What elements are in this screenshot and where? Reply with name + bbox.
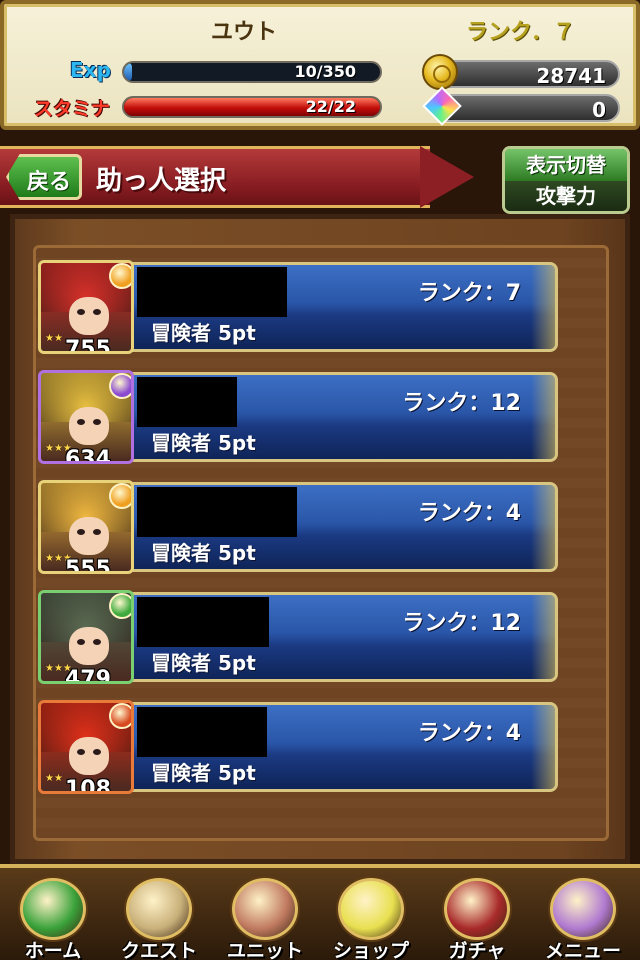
map-icon [126,878,192,940]
portrait-eye [77,639,85,645]
portrait-face [69,297,109,335]
nav-label: ホーム [24,940,82,960]
redacted-name [137,707,267,757]
stamina-bar: 22/22 [122,96,382,118]
portrait-eye [93,419,101,425]
stamina-value: 22/22 [305,97,356,116]
fire-element-icon [109,263,131,289]
page-title: 助っ人選択 [96,166,227,196]
helper-power: 108 [65,777,111,794]
helper-portrait: ★★ 755 [38,260,134,354]
dark-element-icon [109,373,131,399]
coin-icon [422,54,458,90]
display-toggle-button[interactable]: 表示切替 攻撃力 [502,146,630,214]
helper-power: 479 [65,667,111,684]
status-header: ユウト ランク．７ Exp 10/350 スタミナ 22/22 28741 0 [0,0,640,130]
helper-portrait: ★★★ 634 [38,370,134,464]
helper-rank: ランク：7 [417,281,521,306]
helper-info-panel: ランク：4 冒険者 5pt [124,482,558,572]
helper-rank: ランク：4 [417,501,521,526]
portrait-eye [77,529,85,535]
player-rank: ランク．７ [466,20,575,45]
gem-value: 0 [592,98,606,122]
helper-power: 555 [65,557,111,574]
player-name: ユウト [210,20,277,45]
exp-bar-fill [124,63,132,81]
portrait-eye [93,529,101,535]
nav-quest[interactable]: クエスト [106,872,212,960]
helper-power: 755 [65,337,111,354]
flag-icon [20,878,86,940]
nav-unit[interactable]: ユニット [212,872,318,960]
portrait-face [69,737,109,775]
fire-element-icon [109,703,131,729]
helper-info-panel: ランク：4 冒険者 5pt [124,702,558,792]
nav-home[interactable]: ホーム [0,872,106,960]
redacted-name [137,377,237,427]
stamina-label: スタミナ [34,98,111,120]
book-icon [444,878,510,940]
nav-gacha[interactable]: ガチャ [424,872,530,960]
helper-portrait: ★★★ 479 [38,590,134,684]
helper-role: 冒険者 5pt [151,431,256,455]
helper-role: 冒険者 5pt [151,761,256,785]
helper-role: 冒険者 5pt [151,321,256,345]
back-button[interactable]: 戻る [6,154,82,200]
gem-counter: 0 [434,94,620,122]
portrait-eye [77,419,85,425]
rarity-stars-icon: ★★ [45,773,63,784]
helper-info-panel: ランク：12 冒険者 5pt [124,592,558,682]
portrait-eye [93,749,101,755]
redacted-name [137,267,287,317]
back-button-label: 戻る [27,170,72,195]
redacted-name [137,597,269,647]
redacted-name [137,487,297,537]
nav-label: ユニット [226,940,303,960]
helper-row[interactable]: ランク：12 冒険者 5pt ★★★ 634 [38,370,560,466]
helper-role: 冒険者 5pt [151,541,256,565]
bottom-nav: ホーム クエスト ユニット ショップ ガチャ メニュー [0,864,640,960]
portrait-eye [93,309,101,315]
portrait-eye [93,639,101,645]
staff-icon [232,878,298,940]
portrait-eye [77,749,85,755]
helper-info-panel: ランク：12 冒険者 5pt [124,372,558,462]
helper-rank: ランク：12 [402,391,521,416]
exp-label: Exp [70,58,111,82]
nav-label: ガチャ [448,940,506,960]
title-banner-arrow [420,146,474,208]
exp-bar: 10/350 [122,61,382,83]
nav-label: ショップ [332,940,409,960]
nav-label: クエスト [120,940,197,960]
portrait-face [69,407,109,445]
fire-element-icon [109,483,131,509]
helper-row[interactable]: ランク：4 冒険者 5pt ★★ 108 [38,700,560,796]
nav-label: メニュー [544,940,621,960]
helper-row[interactable]: ランク：4 冒険者 5pt ★★★ 555 [38,480,560,576]
portrait-face [69,627,109,665]
helper-row[interactable]: ランク：7 冒険者 5pt ★★ 755 [38,260,560,356]
helper-role: 冒険者 5pt [151,651,256,675]
nav-shop[interactable]: ショップ [318,872,424,960]
crystal-icon [338,878,404,940]
sort-mode-label: 攻撃力 [505,181,627,211]
exp-value: 10/350 [294,62,356,81]
rarity-stars-icon: ★★ [45,333,63,344]
coin-value: 28741 [536,64,606,88]
quill-icon [550,878,616,940]
helper-rank: ランク：4 [417,721,521,746]
helper-portrait: ★★ 108 [38,700,134,794]
nav-menu[interactable]: メニュー [530,872,636,960]
display-toggle-label: 表示切替 [505,149,627,181]
portrait-face [69,517,109,555]
helper-power: 634 [65,447,111,464]
helper-rank: ランク：12 [402,611,521,636]
helper-portrait: ★★★ 555 [38,480,134,574]
wind-element-icon [109,593,131,619]
helper-row[interactable]: ランク：12 冒険者 5pt ★★★ 479 [38,590,560,686]
helper-info-panel: ランク：7 冒険者 5pt [124,262,558,352]
portrait-eye [77,309,85,315]
coin-counter: 28741 [434,60,620,88]
